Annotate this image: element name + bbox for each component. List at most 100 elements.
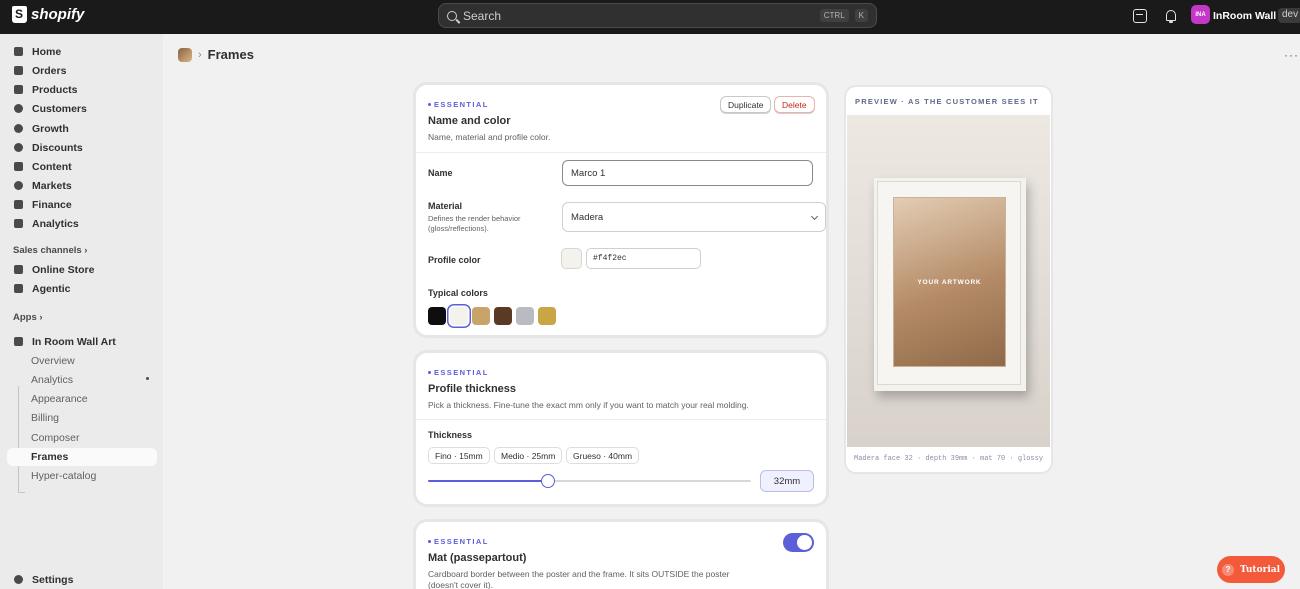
tag-icon — [14, 85, 23, 94]
profile-color-hex-input[interactable]: #f4f2ec — [586, 248, 701, 269]
more-actions-icon[interactable]: ··· — [1284, 48, 1299, 62]
sales-channels-heading[interactable]: Sales channels › — [13, 245, 87, 256]
sidebar-item-home[interactable]: Home — [7, 42, 157, 61]
duplicate-button[interactable]: Duplicate — [720, 96, 772, 113]
globe-icon — [14, 181, 23, 190]
frame-render: YOUR ARTWORK — [874, 178, 1026, 391]
tree-branch — [18, 492, 25, 493]
color-swatch-brown[interactable] — [494, 307, 512, 325]
search-bar[interactable]: CTRL K — [438, 3, 877, 28]
agentic-icon — [14, 284, 23, 293]
divider — [416, 419, 826, 420]
logo-text: shopify — [31, 6, 85, 23]
sidebar-item-content[interactable]: Content — [7, 157, 157, 176]
card-subtitle: Name, material and profile color. — [428, 132, 551, 142]
orders-icon — [14, 66, 23, 75]
app-subitem-hyper-catalog[interactable]: Hyper-catalog — [7, 467, 157, 485]
delete-button[interactable]: Delete — [774, 96, 815, 113]
bank-icon — [14, 200, 23, 209]
sidebar-item-growth[interactable]: Growth — [7, 119, 157, 138]
thickness-slider-fill — [428, 480, 548, 482]
mat-card: ESSENTIAL Mat (passepartout) Cardboard b… — [416, 522, 826, 589]
name-color-card: ESSENTIAL Name and color Name, material … — [416, 85, 826, 335]
sidebar-item-analytics[interactable]: Analytics — [7, 214, 157, 233]
sidebar-item-products[interactable]: Products — [7, 80, 157, 99]
name-input[interactable] — [562, 160, 813, 186]
app-subitem-appearance[interactable]: Appearance — [7, 390, 157, 408]
artwork-placeholder: YOUR ARTWORK — [893, 197, 1006, 367]
store-badge: dev — [1278, 8, 1300, 23]
name-label: Name — [428, 168, 453, 178]
thickness-label: Thickness — [428, 430, 473, 440]
card-title: Mat (passepartout) — [428, 552, 527, 564]
content-icon — [14, 162, 23, 171]
color-swatch-black[interactable] — [428, 307, 446, 325]
search-icon — [447, 10, 457, 21]
preset-fino[interactable]: Fino · 15mm — [428, 447, 490, 464]
gear-icon — [14, 575, 23, 584]
home-icon — [14, 47, 23, 56]
typical-colors-label: Typical colors — [428, 288, 488, 298]
avatar[interactable]: INA — [1191, 5, 1210, 24]
preset-medio[interactable]: Medio · 25mm — [494, 447, 563, 464]
mat-toggle[interactable] — [783, 533, 814, 552]
color-swatch-silver[interactable] — [516, 307, 534, 325]
sidebar: Home Orders Products Customers Growth Di… — [0, 34, 163, 589]
shopify-bag-icon — [12, 6, 27, 23]
card-title: Name and color — [428, 115, 511, 127]
preset-grueso[interactable]: Grueso · 40mm — [566, 447, 640, 464]
thickness-slider-handle[interactable] — [540, 474, 555, 488]
sidebar-item-online-store[interactable]: Online Store — [7, 260, 157, 279]
shopify-logo[interactable]: shopify — [12, 6, 84, 23]
essential-tag: ESSENTIAL — [428, 100, 708, 109]
app-icon — [14, 337, 23, 346]
card-title: Profile thickness — [428, 383, 517, 395]
chevron-right-icon: › — [198, 48, 202, 61]
preview-panel: PREVIEW · AS THE CUSTOMER SEES IT YOUR A… — [846, 87, 1051, 472]
chevron-right-icon: › — [84, 245, 88, 256]
material-hint: Defines the render behavior (gloss/refle… — [428, 214, 521, 233]
card-subtitle: Pick a thickness. Fine-tune the exact mm… — [428, 400, 749, 410]
sidebar-item-settings[interactable]: Settings — [7, 570, 157, 589]
person-icon — [14, 104, 23, 113]
essential-tag: ESSENTIAL — [428, 368, 818, 377]
sidebar-item-finance[interactable]: Finance — [7, 195, 157, 214]
profile-color-swatch[interactable] — [561, 248, 582, 269]
sidebar-item-agentic[interactable]: Agentic — [7, 279, 157, 298]
breadcrumb: › Frames — [178, 47, 254, 62]
sidebar-item-customers[interactable]: Customers — [7, 99, 157, 118]
chevron-down-icon — [810, 212, 819, 220]
color-swatch-cream[interactable] — [450, 307, 468, 325]
sidebar-item-orders[interactable]: Orders — [7, 61, 157, 80]
tutorial-label: Tutorial — [1240, 564, 1280, 575]
sidebar-item-discounts[interactable]: Discounts — [7, 138, 157, 157]
profile-thickness-card: ESSENTIAL Profile thickness Pick a thick… — [416, 353, 826, 504]
preview-caption: Madera face 32 · depth 39mm · mat 70 · g… — [854, 455, 1044, 463]
growth-icon — [14, 124, 23, 133]
preview-stage: YOUR ARTWORK — [847, 115, 1050, 447]
apps-heading[interactable]: Apps › — [13, 312, 43, 323]
material-select[interactable]: Madera — [562, 202, 826, 232]
page-title: Frames — [207, 47, 254, 62]
discount-icon — [14, 143, 23, 152]
material-label: Material — [428, 201, 463, 211]
sidebar-item-app[interactable]: In Room Wall Art — [7, 332, 157, 351]
color-swatch-gold[interactable] — [538, 307, 556, 325]
shortcut-ctrl: CTRL — [819, 9, 849, 22]
store-icon[interactable] — [1133, 9, 1147, 23]
profile-color-label: Profile color — [428, 255, 481, 265]
sidebar-item-markets[interactable]: Markets — [7, 176, 157, 195]
tutorial-button[interactable]: ? Tutorial — [1217, 556, 1285, 583]
search-input[interactable] — [463, 8, 814, 23]
color-swatch-tan[interactable] — [472, 307, 490, 325]
app-subitem-overview[interactable]: Overview — [7, 352, 157, 370]
app-subitem-billing[interactable]: Billing — [7, 409, 157, 427]
bell-icon[interactable] — [1164, 9, 1178, 23]
app-subitem-frames[interactable]: Frames — [7, 448, 157, 466]
thickness-value[interactable]: 32mm — [760, 470, 814, 492]
app-icon[interactable] — [178, 47, 192, 62]
app-subitem-composer[interactable]: Composer — [7, 429, 157, 447]
top-bar: shopify CTRL K INA InRoom Wall Art dev — [0, 0, 1300, 34]
app-subitem-analytics[interactable]: Analytics — [7, 371, 157, 389]
bar-chart-icon — [14, 219, 23, 228]
